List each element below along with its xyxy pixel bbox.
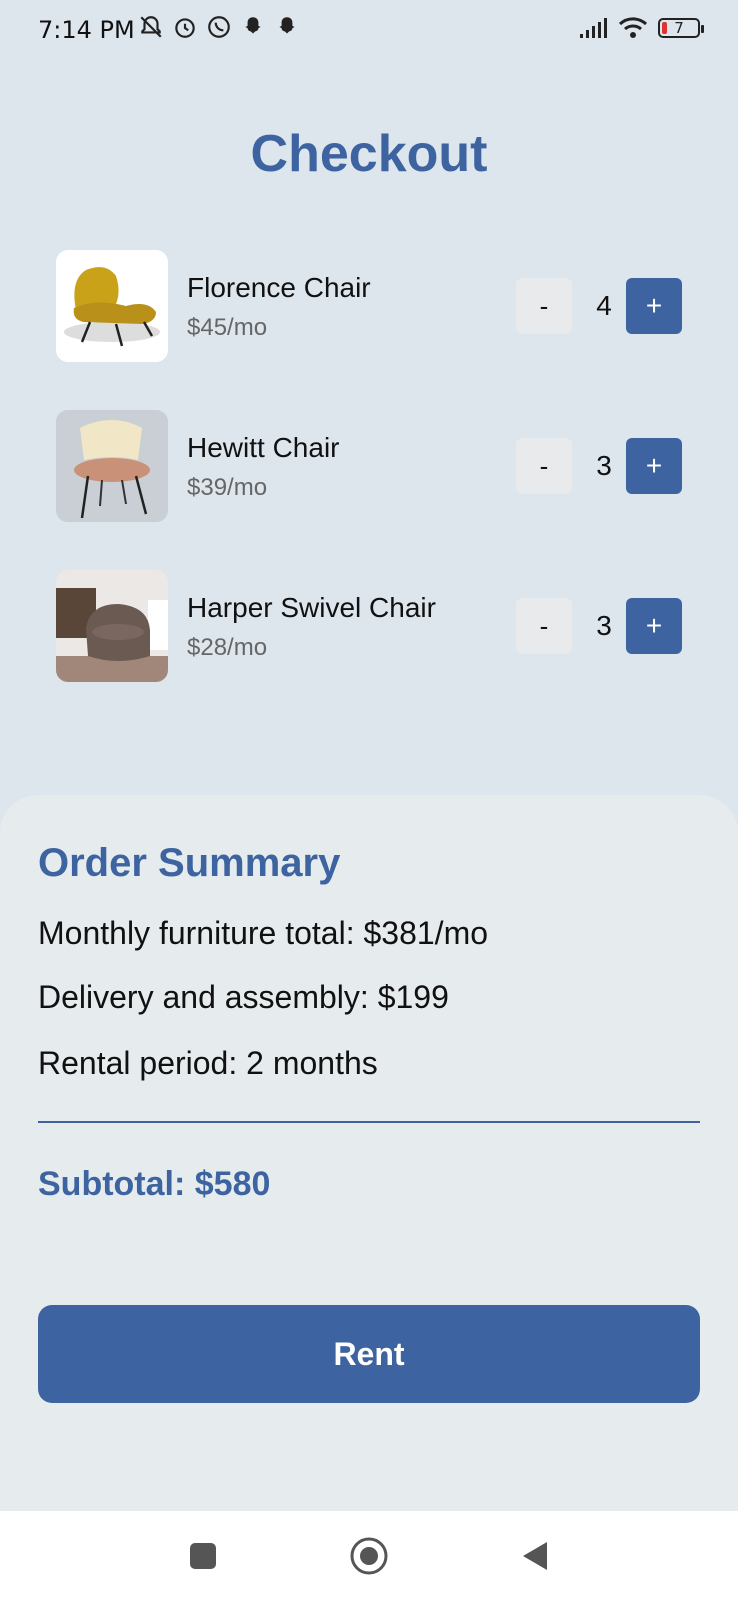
quantity-value: 4 [596, 290, 612, 321]
notification-icons [138, 14, 300, 40]
muted-notification-icon [140, 16, 162, 38]
quantity-value: 3 [596, 610, 612, 641]
increase-quantity-button[interactable]: + [626, 438, 682, 494]
signal-icon [580, 18, 607, 38]
order-summary-panel: Order Summary Monthly furniture total: $… [0, 795, 738, 1511]
cart-item: Florence Chair $45/mo - 4 + [56, 250, 696, 362]
divider [38, 1121, 700, 1123]
battery-icon: 7 [658, 18, 704, 38]
item-name: Florence Chair [187, 272, 371, 303]
wifi-icon [618, 17, 648, 38]
item-price: $45/mo [187, 314, 268, 341]
cart-item: Harper Swivel Chair $28/mo - 3 + [56, 570, 696, 682]
order-summary-title: Order Summary [38, 841, 341, 885]
status-bar: 7:14 PM 7 [0, 0, 738, 60]
battery-level: 7 [674, 19, 684, 37]
item-price: $28/mo [187, 634, 268, 661]
quantity-value: 3 [596, 450, 612, 481]
back-button[interactable] [512, 1533, 558, 1579]
decrease-quantity-button[interactable]: - [516, 278, 572, 334]
item-name: Harper Swivel Chair [187, 592, 436, 623]
back-triangle-icon [523, 1542, 547, 1570]
increase-quantity-button[interactable]: + [626, 598, 682, 654]
whatsapp-icon [208, 16, 230, 38]
recent-apps-button[interactable] [180, 1533, 226, 1579]
decrease-quantity-button[interactable]: - [516, 438, 572, 494]
product-image-harper-swivel-chair [56, 570, 168, 682]
system-icons: 7 [578, 16, 704, 40]
alarm-icon [175, 18, 195, 38]
snapchat-icon [245, 17, 261, 34]
page-title: Checkout [250, 125, 488, 183]
item-name: Hewitt Chair [187, 432, 340, 463]
delivery-fee: Delivery and assembly: $199 [38, 979, 449, 1015]
circle-icon [350, 1537, 388, 1575]
snapchat-icon [279, 17, 295, 34]
product-image-hewitt-chair [56, 410, 168, 522]
subtotal: Subtotal: $580 [38, 1165, 271, 1203]
system-nav-bar [0, 1511, 738, 1600]
status-time: 7:14 PM [38, 16, 135, 44]
product-image-florence-chair [56, 250, 168, 362]
rent-button[interactable]: Rent [38, 1305, 700, 1403]
item-price: $39/mo [187, 474, 268, 501]
cart-item: Hewitt Chair $39/mo - 3 + [56, 410, 696, 522]
home-button[interactable] [346, 1533, 392, 1579]
decrease-quantity-button[interactable]: - [516, 598, 572, 654]
monthly-total: Monthly furniture total: $381/mo [38, 915, 489, 951]
square-icon [190, 1543, 216, 1569]
rental-period: Rental period: 2 months [38, 1045, 378, 1081]
increase-quantity-button[interactable]: + [626, 278, 682, 334]
